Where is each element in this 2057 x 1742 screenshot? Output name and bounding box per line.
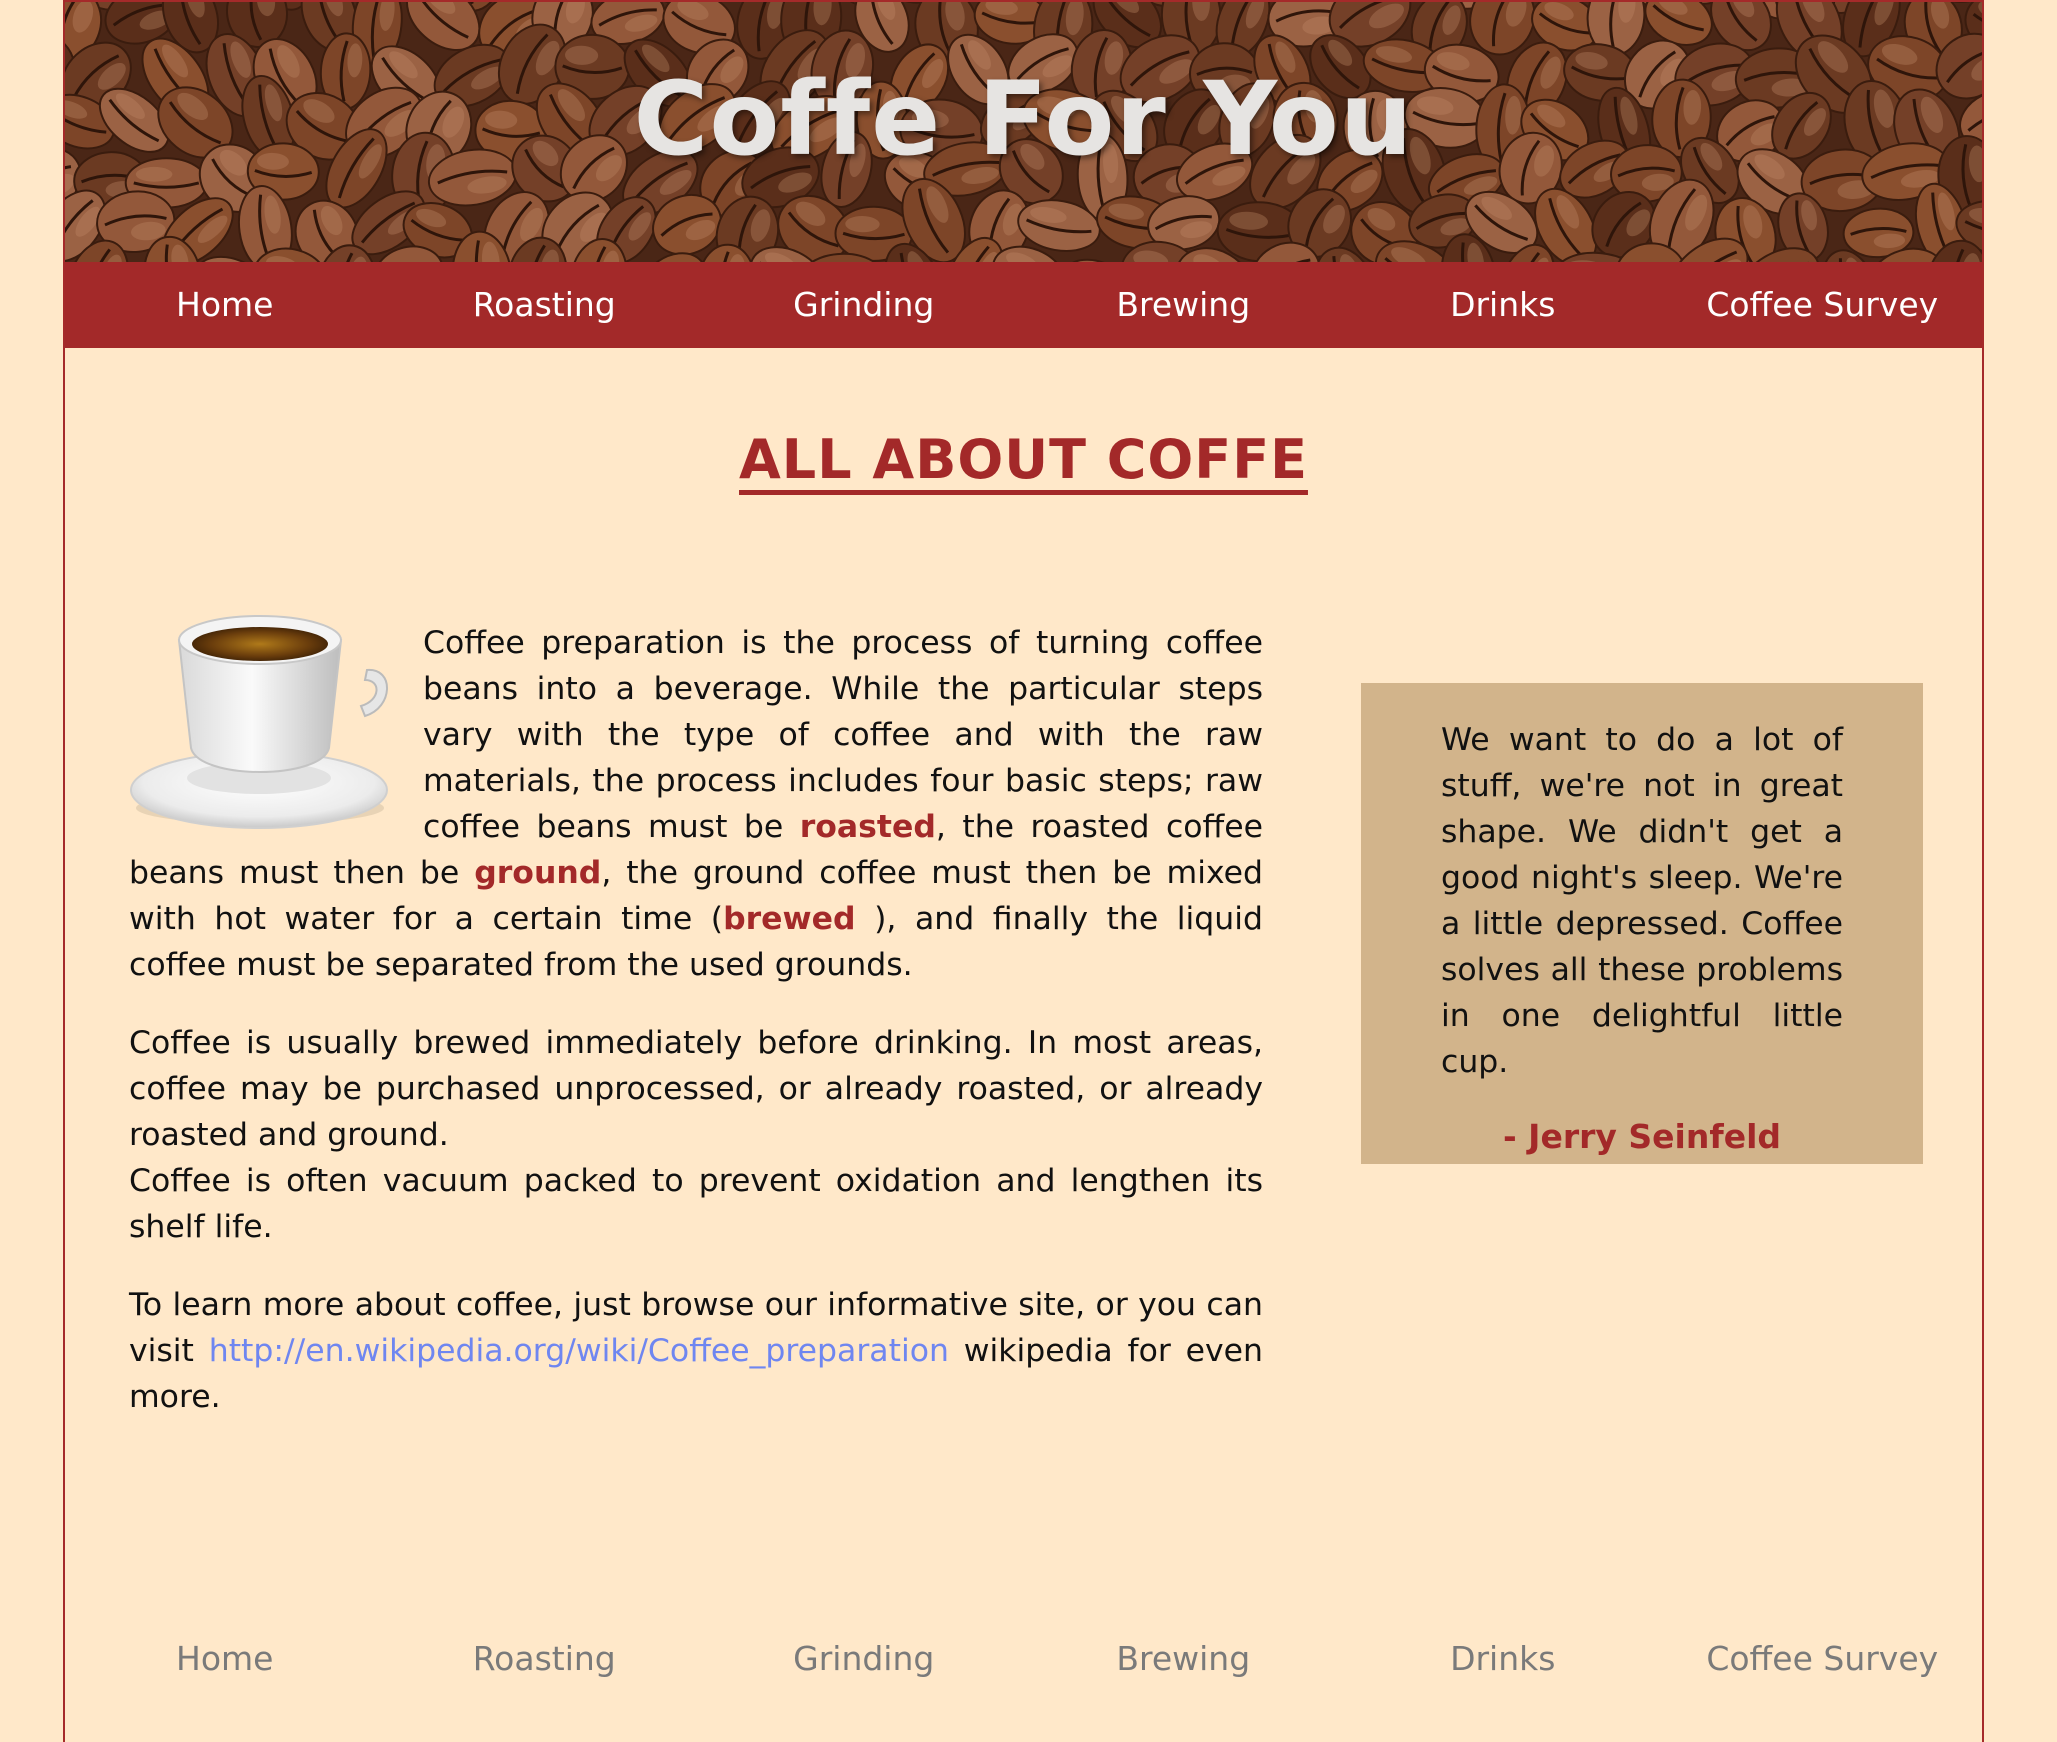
para2b: Coffee is often vacuum packed to prevent… — [129, 1163, 1263, 1245]
quote-author: - Jerry Seinfeld — [1502, 1117, 1782, 1156]
nav-item-drinks[interactable]: Drinks — [1343, 262, 1663, 348]
wikipedia-link[interactable]: http://en.wikipedia.org/wiki/Coffee_prep… — [209, 1333, 949, 1369]
page-heading-wrap: ALL ABOUT COFFE — [65, 428, 1982, 491]
footer-item-coffee-survey[interactable]: Coffee Survey — [1663, 1616, 1983, 1702]
footer-item-drinks[interactable]: Drinks — [1343, 1616, 1663, 1702]
para2a: Coffee is usually brewed immediately bef… — [129, 1025, 1263, 1153]
footer-item-roasting[interactable]: Roasting — [385, 1616, 705, 1702]
footer-nav: Home Roasting Grinding Brewing Drinks Co… — [65, 1616, 1982, 1702]
nav-item-roasting[interactable]: Roasting — [385, 262, 705, 348]
coffee-cup-image — [130, 615, 388, 829]
page-container: Coffe For You Home Roasting Grinding Bre… — [63, 0, 1984, 1742]
keyword-brewed: brewed — [723, 901, 856, 937]
nav-item-brewing[interactable]: Brewing — [1024, 262, 1344, 348]
keyword-roasted: roasted — [799, 809, 936, 845]
footer-item-grinding[interactable]: Grinding — [704, 1616, 1024, 1702]
main-nav: Home Roasting Grinding Brewing Drinks Co… — [65, 262, 1982, 348]
nav-item-coffee-survey[interactable]: Coffee Survey — [1663, 262, 1983, 348]
page-heading: ALL ABOUT COFFE — [739, 428, 1308, 491]
header-banner: Coffe For You — [65, 0, 1982, 262]
keyword-ground: ground — [474, 855, 602, 891]
quote-text: We want to do a lot of stuff, we're not … — [1441, 722, 1843, 1080]
footer-item-home[interactable]: Home — [65, 1616, 385, 1702]
nav-item-grinding[interactable]: Grinding — [704, 262, 1024, 348]
site-title: Coffe For You — [633, 60, 1414, 179]
main-content: Coffee preparation is the process of tur… — [129, 615, 1263, 1452]
quote-box: We want to do a lot of stuff, we're not … — [1361, 683, 1923, 1164]
nav-item-home[interactable]: Home — [65, 262, 385, 348]
footer-item-brewing[interactable]: Brewing — [1024, 1616, 1344, 1702]
